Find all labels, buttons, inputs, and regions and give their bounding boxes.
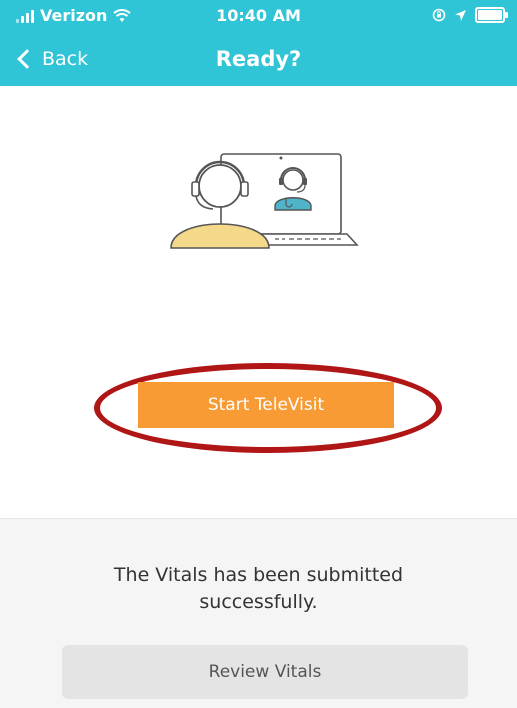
start-televisit-area: Start TeleVisit: [94, 363, 442, 453]
status-bar: Verizon 10:40 AM: [0, 0, 517, 34]
page-title: Ready?: [215, 47, 302, 71]
vitals-submitted-message: The Vitals has been submitted successful…: [113, 564, 404, 613]
review-vitals-button[interactable]: Review Vitals: [62, 645, 468, 699]
start-televisit-button[interactable]: Start TeleVisit: [138, 382, 394, 428]
location-arrow-icon: [455, 9, 466, 21]
app-header: Verizon 10:40 AM Back Ready?: [0, 0, 517, 86]
vitals-status-panel: The Vitals has been submitted successful…: [0, 518, 517, 708]
rotation-lock-icon: [432, 8, 446, 22]
status-indicators: [432, 7, 508, 23]
televisit-illustration-icon: [170, 153, 359, 249]
battery-icon: [475, 7, 508, 23]
nav-bar: Back Ready?: [0, 34, 517, 86]
